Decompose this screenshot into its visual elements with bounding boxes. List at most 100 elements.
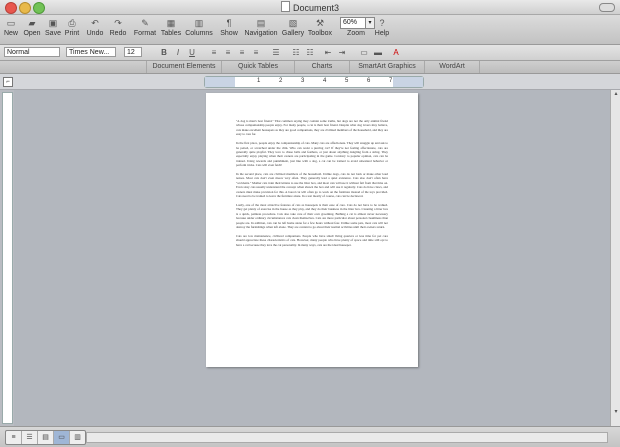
standard-toolbar: ▭ New ▰ Open ▣ Save ⎙ Print ↶ Undo ↷ Redo ✎ For… xyxy=(0,15,620,45)
paragraph[interactable]: In the second place, cats are civilized … xyxy=(236,172,388,198)
ruler-number: 6 xyxy=(367,78,371,84)
ruler-row: ⌐ 1 2 3 4 5 6 7 xyxy=(0,74,620,90)
toolbar-new-label: New xyxy=(3,30,18,37)
toolbar-columns-button[interactable]: ▥ Columns xyxy=(184,15,214,38)
window-title-text: Document3 xyxy=(292,3,340,13)
tab-quick-tables[interactable]: Quick Tables xyxy=(221,61,294,73)
ruler-number: 1 xyxy=(257,78,261,84)
print-layout-icon[interactable]: ▭ xyxy=(54,431,70,444)
document-page[interactable]: "A dog is man's best friend." That commo… xyxy=(206,93,418,367)
justify-button[interactable]: ≡ xyxy=(250,47,262,58)
toolbar-undo-button[interactable]: ↶ Undo xyxy=(85,15,105,38)
redo-icon: ↷ xyxy=(114,17,122,28)
toolbar-save-label: Save xyxy=(45,30,61,37)
align-right-button[interactable]: ≡ xyxy=(236,47,248,58)
vertical-ruler[interactable] xyxy=(2,92,13,424)
toolbar-navigation-button[interactable]: ▤ Navigation xyxy=(243,15,279,38)
title-bar: Document3 xyxy=(0,0,620,15)
columns-icon: ▥ xyxy=(194,17,204,28)
toolbar-columns-label: Columns xyxy=(185,30,213,37)
toolbar-toggle-button[interactable] xyxy=(599,3,615,12)
format-brush-icon: ✎ xyxy=(141,17,149,28)
folder-icon: ▰ xyxy=(28,17,36,28)
paragraph[interactable]: Lastly, one of the most attractive featu… xyxy=(236,203,388,229)
italic-button[interactable]: I xyxy=(172,47,184,58)
paragraph[interactable]: Cats are low maintenance, civilized comp… xyxy=(236,234,388,247)
horizontal-scrollbar[interactable] xyxy=(86,432,608,443)
decrease-indent-button[interactable]: ⇤ xyxy=(322,47,334,58)
align-left-button[interactable]: ≡ xyxy=(208,47,220,58)
paragraph[interactable]: In the first place, people enjoy the com… xyxy=(236,141,388,167)
toolbar-print-label: Print xyxy=(64,30,80,37)
toolbar-print-button[interactable]: ⎙ Print xyxy=(63,15,81,38)
style-select[interactable]: Normal xyxy=(4,47,60,57)
table-icon: ▦ xyxy=(166,17,176,28)
toolbar-redo-label: Redo xyxy=(109,30,127,37)
toolbox-icon: ⚒ xyxy=(315,17,325,28)
undo-icon: ↶ xyxy=(91,17,99,28)
help-icon: ? xyxy=(379,18,385,28)
horizontal-ruler[interactable]: 1 2 3 4 5 6 7 xyxy=(204,76,424,88)
elements-gallery-tabs: Document Elements Quick Tables Charts Sm… xyxy=(0,61,620,74)
document-icon xyxy=(280,1,290,12)
font-color-button[interactable]: A xyxy=(390,47,402,58)
vertical-scrollbar[interactable]: ▴ ▾ xyxy=(610,90,620,426)
view-switcher: ≡ ☰ ▤ ▭ ▥ xyxy=(5,430,86,445)
increase-indent-button[interactable]: ⇥ xyxy=(336,47,348,58)
bullets-button[interactable]: ☷ xyxy=(290,47,302,58)
scroll-down-icon[interactable]: ▾ xyxy=(612,408,620,416)
toolbar-format-label: Format xyxy=(133,30,157,37)
publishing-layout-icon[interactable]: ▤ xyxy=(38,431,54,444)
ruler-number: 3 xyxy=(301,78,305,84)
toolbar-format-button[interactable]: ✎ Format xyxy=(133,15,157,38)
window-title: Document3 xyxy=(0,1,620,13)
draft-view-icon[interactable]: ≡ xyxy=(6,431,22,444)
ruler-number: 4 xyxy=(323,78,327,84)
toolbar-zoom-label: Zoom xyxy=(347,30,365,37)
toolbar-tables-label: Tables xyxy=(160,30,182,37)
line-spacing-button[interactable]: ☰ xyxy=(270,47,282,58)
toolbar-help-button[interactable]: ? Help xyxy=(372,15,392,37)
document-body[interactable]: "A dog is man's best friend." That commo… xyxy=(236,119,388,252)
toolbar-show-button[interactable]: ¶ Show xyxy=(218,15,240,37)
align-center-button[interactable]: ≡ xyxy=(222,47,234,58)
left-margin-area xyxy=(205,77,235,87)
toolbar-toolbox-button[interactable]: ⚒ Toolbox xyxy=(306,15,334,38)
formatting-toolbar: Normal Times New... 12 B I U ≡ ≡ ≡ ≡ ☰ ☷… xyxy=(0,45,620,61)
toolbar-open-button[interactable]: ▰ Open xyxy=(22,15,42,38)
scroll-up-icon[interactable]: ▴ xyxy=(612,90,620,98)
font-size-select[interactable]: 12 xyxy=(124,47,142,57)
toolbar-help-label: Help xyxy=(374,30,390,37)
paragraph[interactable]: "A dog is man's best friend." That commo… xyxy=(236,119,388,137)
zoom-input[interactable]: 60% xyxy=(340,17,366,29)
toolbar-show-label: Show xyxy=(220,30,238,37)
bold-button[interactable]: B xyxy=(158,47,170,58)
toolbar-navigation-label: Navigation xyxy=(244,30,278,37)
tab-charts[interactable]: Charts xyxy=(294,61,349,73)
ruler-number: 7 xyxy=(389,78,393,84)
pilcrow-icon: ¶ xyxy=(226,18,232,28)
borders-button[interactable]: ▭ xyxy=(358,47,370,58)
toolbar-zoom-label-wrap: Zoom xyxy=(342,30,370,37)
navigation-pane-icon: ▤ xyxy=(256,17,266,28)
tab-stop-selector[interactable]: ⌐ xyxy=(3,77,13,87)
tab-document-elements[interactable]: Document Elements xyxy=(146,61,221,73)
notebook-view-icon[interactable]: ▥ xyxy=(70,431,85,444)
status-bar: ≡ ☰ ▤ ▭ ▥ xyxy=(0,426,620,447)
tab-smartart-graphics[interactable]: SmartArt Graphics xyxy=(349,61,424,73)
toolbar-tables-button[interactable]: ▦ Tables xyxy=(160,15,182,38)
underline-button[interactable]: U xyxy=(186,47,198,58)
outline-view-icon[interactable]: ☰ xyxy=(22,431,38,444)
toolbar-gallery-button[interactable]: ▧ Gallery xyxy=(280,15,306,38)
toolbar-redo-button[interactable]: ↷ Redo xyxy=(108,15,128,38)
ruler-number: 2 xyxy=(279,78,283,84)
toolbar-new-button[interactable]: ▭ New xyxy=(2,15,20,38)
font-select[interactable]: Times New... xyxy=(66,47,116,57)
tab-wordart[interactable]: WordArt xyxy=(424,61,480,73)
toolbar-undo-label: Undo xyxy=(86,30,104,37)
toolbar-gallery-label: Gallery xyxy=(281,30,305,37)
print-icon: ⎙ xyxy=(68,17,76,28)
numbering-button[interactable]: ☷ xyxy=(304,47,316,58)
highlight-button[interactable]: ▬ xyxy=(372,47,384,58)
toolbar-save-button[interactable]: ▣ Save xyxy=(44,15,62,38)
